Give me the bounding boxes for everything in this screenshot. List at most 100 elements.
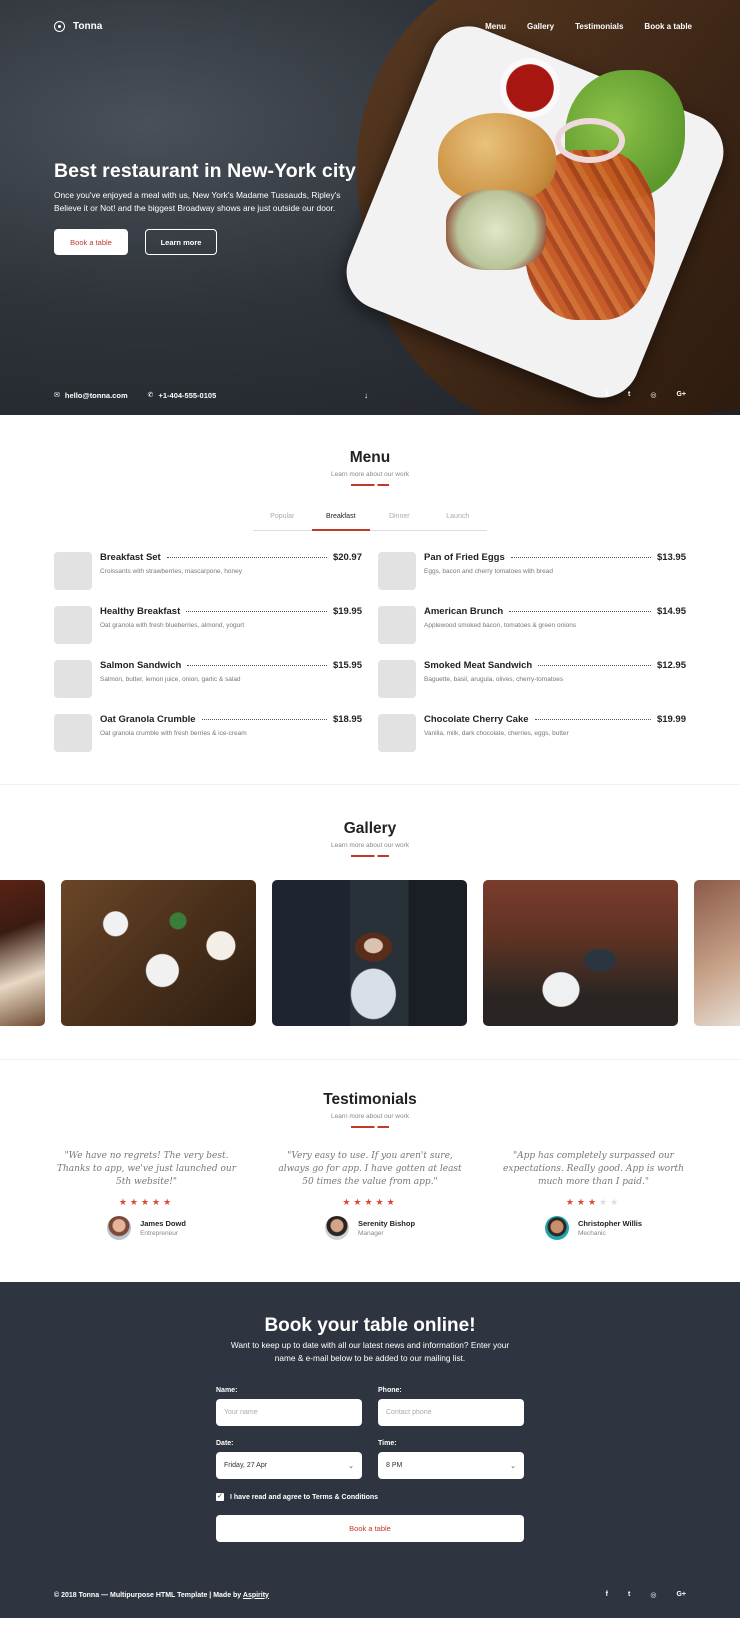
menu-item[interactable]: Pan of Fried Eggs $13.95 Eggs, bacon and…	[378, 552, 686, 590]
menu-item-price: $12.95	[656, 660, 686, 671]
menu-item-price: $15.95	[332, 660, 362, 671]
menu-item[interactable]: Oat Granola Crumble $18.95 Oat granola c…	[54, 714, 362, 752]
hero-image-ketchup	[500, 58, 560, 118]
menu-subtitle: Learn more about our work	[330, 471, 410, 478]
menu-item-thumbnail	[54, 552, 92, 590]
menu-item-name: Healthy Breakfast	[100, 606, 181, 617]
menu-item-thumbnail	[378, 660, 416, 698]
booking-section: Book your table online! Want to keep up …	[0, 1282, 740, 1618]
menu-item[interactable]: Chocolate Cherry Cake $19.99 Vanilla, mi…	[378, 714, 686, 752]
booking-subtitle: Want to keep up to date with all our lat…	[230, 1340, 510, 1363]
menu-item-price: $20.97	[332, 552, 362, 563]
dotted-leader	[510, 557, 651, 558]
hero-socials: f t ◎ G+	[606, 391, 686, 399]
testimonials-title: Testimonials	[323, 1091, 417, 1108]
menu-item-name: Oat Granola Crumble	[100, 714, 196, 725]
author-name: Christopher Willis	[577, 1219, 643, 1228]
nav-link-book-a-table[interactable]: Book a table	[644, 22, 692, 31]
rating-stars: ★★★★★	[118, 1197, 175, 1207]
menu-item[interactable]: Salmon Sandwich $15.95 Salmon, butter, l…	[54, 660, 362, 698]
gallery-photo[interactable]	[272, 880, 467, 1026]
hero-subtitle: Once you've enjoyed a meal with us, New …	[54, 190, 341, 213]
testimonial-quote: "We have no regrets! The very best. Than…	[57, 1151, 236, 1187]
author-role: Mechanic	[577, 1230, 606, 1237]
nav-link-gallery[interactable]: Gallery	[527, 22, 554, 31]
menu-item-thumbnail	[378, 552, 416, 590]
gallery-photo[interactable]	[483, 880, 678, 1026]
tab-dinner[interactable]: Dinner	[370, 509, 429, 530]
google-plus-icon[interactable]: G+	[676, 1591, 686, 1599]
chevron-down-icon: ⌄	[348, 1462, 354, 1470]
name-label: Name:	[216, 1387, 238, 1394]
menu-item[interactable]: Smoked Meat Sandwich $12.95 Baguette, ba…	[378, 660, 686, 698]
hero-buttons: Book a table Learn more	[54, 229, 217, 255]
time-value: 8 PM	[386, 1462, 403, 1469]
testimonial-author: Serenity Bishop Manager	[278, 1216, 463, 1240]
time-select[interactable]: 8 PM ⌄	[378, 1452, 524, 1479]
tab-popular[interactable]: Popular	[253, 509, 312, 530]
gallery-photo[interactable]	[61, 880, 256, 1026]
arrow-down-icon[interactable]: ↓	[364, 391, 368, 400]
email-text: hello@tonna.com	[64, 390, 128, 400]
testimonials-divider	[351, 1126, 389, 1128]
instagram-icon[interactable]: ◎	[650, 391, 656, 399]
author-name: James Dowd	[140, 1219, 186, 1228]
menu-item-description: Eggs, bacon and cherry tomatoes with bre…	[424, 568, 553, 575]
menu-item-price: $13.95	[656, 552, 686, 563]
testimonials-heading: Testimonials Learn more about our work	[0, 1091, 740, 1128]
google-plus-icon[interactable]: G+	[676, 391, 686, 399]
menu-item-thumbnail	[378, 714, 416, 752]
menu-item[interactable]: Breakfast Set $20.97 Croissants with str…	[54, 552, 362, 590]
email-contact[interactable]: ✉ hello@tonna.com	[54, 391, 128, 400]
phone-text: +1-404-555-0105	[158, 390, 217, 400]
brand-logo[interactable]: Tonna	[54, 20, 103, 32]
menu-section: Menu Learn more about our work Popular B…	[0, 415, 740, 785]
facebook-icon[interactable]: f	[606, 391, 608, 399]
hero-section: Tonna Menu Gallery Testimonials Book a t…	[0, 0, 740, 415]
twitter-icon[interactable]: t	[628, 391, 630, 399]
instagram-icon[interactable]: ◎	[650, 1591, 656, 1599]
gallery-divider	[351, 855, 389, 857]
name-field[interactable]	[216, 1399, 362, 1426]
menu-item-price: $14.95	[656, 606, 686, 617]
testimonial-author: Christopher Willis Mechanic	[501, 1216, 686, 1240]
learn-more-button[interactable]: Learn more	[145, 229, 217, 255]
gallery-photo[interactable]	[0, 880, 45, 1026]
book-a-table-button[interactable]: Book a table	[54, 229, 128, 255]
gallery-heading: Gallery Learn more about our work	[0, 820, 740, 857]
testimonials-subtitle: Learn more about our work	[330, 1113, 410, 1120]
menu-item[interactable]: American Brunch $14.95 Applewood smoked …	[378, 606, 686, 644]
testimonial-quote: "Very easy to use. If you aren't sure, a…	[278, 1151, 462, 1187]
menu-heading: Menu Learn more about our work	[0, 449, 740, 486]
phone-field[interactable]	[378, 1399, 524, 1426]
facebook-icon[interactable]: f	[606, 1591, 608, 1599]
gallery-title: Gallery	[343, 820, 397, 837]
terms-checkbox[interactable]: ✓	[216, 1493, 224, 1501]
book-table-submit-button[interactable]: Book a table	[216, 1515, 524, 1542]
menu-item-description: Applewood smoked bacon, tomatoes & green…	[424, 622, 577, 629]
author-link[interactable]: Aspirity	[243, 1592, 269, 1599]
twitter-icon[interactable]: t	[628, 1591, 630, 1599]
avatar	[107, 1216, 132, 1240]
phone-contact[interactable]: ✆ +1-404-555-0105	[148, 391, 217, 400]
brand-name: Tonna	[73, 20, 103, 32]
menu-item-name: Pan of Fried Eggs	[424, 552, 505, 563]
booking-form: Name: Phone: Date: Friday, 27 Apr ⌄ Time…	[216, 1387, 524, 1542]
date-select[interactable]: Friday, 27 Apr ⌄	[216, 1452, 362, 1479]
menu-item-thumbnail	[378, 606, 416, 644]
menu-item-description: Croissants with strawberries, mascarpone…	[100, 568, 242, 575]
nav-link-testimonials[interactable]: Testimonials	[575, 22, 623, 31]
footer: © 2018 Tonna — Multipurpose HTML Templat…	[54, 1591, 686, 1599]
gallery-section: Gallery Learn more about our work	[0, 785, 740, 1060]
menu-item-description: Oat granola with fresh blueberries, almo…	[100, 622, 245, 629]
gallery-photo[interactable]	[694, 880, 740, 1026]
nav-link-menu[interactable]: Menu	[485, 22, 506, 31]
menu-item[interactable]: Healthy Breakfast $19.95 Oat granola wit…	[54, 606, 362, 644]
time-label: Time:	[378, 1440, 397, 1447]
dotted-leader	[166, 557, 327, 558]
testimonials-list: "We have no regrets! The very best. Than…	[54, 1150, 686, 1240]
tab-launch[interactable]: Launch	[429, 509, 488, 530]
menu-item-name: American Brunch	[424, 606, 504, 617]
tab-breakfast[interactable]: Breakfast	[311, 509, 370, 531]
menu-item-description: Salmon, butter, lemon juice, onion, garl…	[100, 676, 241, 683]
